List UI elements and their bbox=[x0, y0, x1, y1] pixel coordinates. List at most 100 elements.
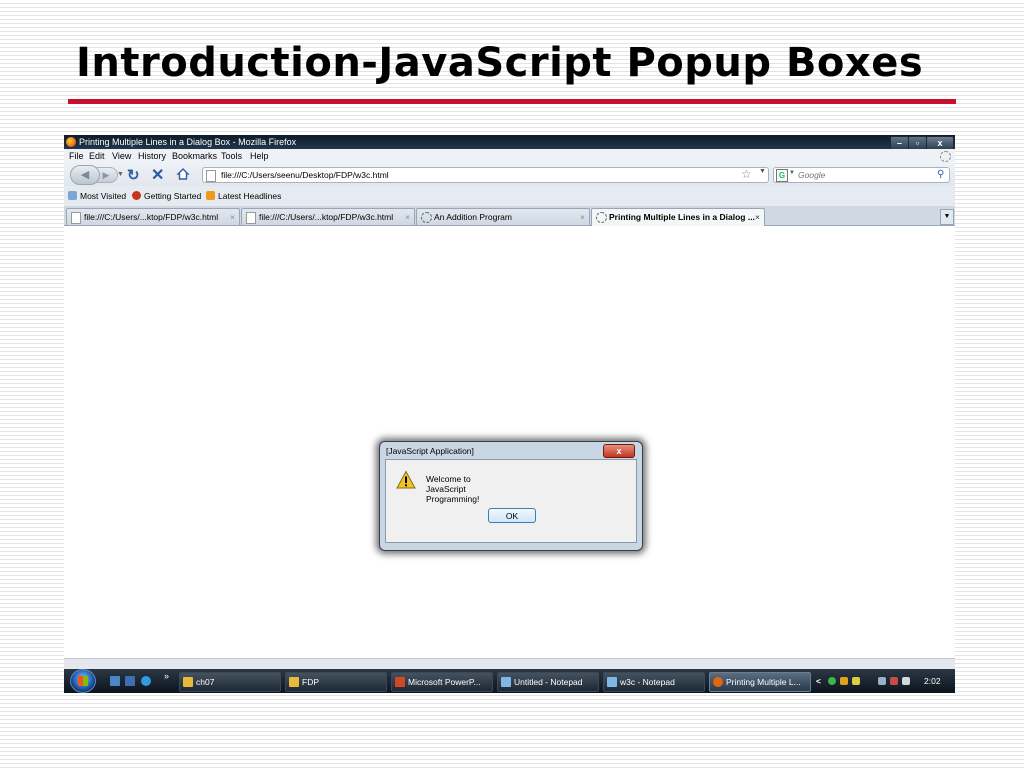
quicklaunch-more-icon[interactable]: » bbox=[164, 671, 169, 681]
reload-icon[interactable]: ↻ bbox=[127, 166, 140, 184]
tab-label: An Addition Program bbox=[434, 212, 512, 222]
firefox-icon bbox=[66, 137, 76, 147]
menu-bar: File Edit View History Bookmarks Tools H… bbox=[64, 149, 955, 163]
most-visited-icon bbox=[68, 191, 77, 200]
tab-close-icon[interactable]: × bbox=[230, 209, 235, 225]
tray-expand-icon[interactable]: < bbox=[816, 669, 821, 693]
warning-icon bbox=[396, 470, 416, 489]
close-window-button[interactable]: x bbox=[926, 136, 954, 150]
task-ch07[interactable]: ch07 bbox=[179, 672, 281, 692]
notepad-icon bbox=[607, 677, 617, 687]
dialog-message-line: Programming! bbox=[426, 494, 480, 504]
switch-windows-icon[interactable] bbox=[125, 676, 135, 686]
url-text[interactable]: file:///C:/Users/seenu/Desktop/FDP/w3c.h… bbox=[221, 168, 389, 182]
stop-icon[interactable]: ✕ bbox=[151, 165, 164, 185]
firefox-bookmark-icon bbox=[132, 191, 141, 200]
notepad-icon bbox=[501, 677, 511, 687]
browser-screenshot: Printing Multiple Lines in a Dialog Box … bbox=[64, 135, 955, 693]
page-content-area: [JavaScript Application] x Welcome to Ja… bbox=[64, 226, 955, 658]
bookmark-label: Latest Headlines bbox=[218, 191, 282, 201]
task-w3c-notepad[interactable]: w3c - Notepad bbox=[603, 672, 705, 692]
task-label: FDP bbox=[302, 677, 319, 687]
folder-icon bbox=[289, 677, 299, 687]
bookmark-latest-headlines[interactable]: Latest Headlines bbox=[206, 186, 281, 206]
task-untitled-notepad[interactable]: Untitled - Notepad bbox=[497, 672, 599, 692]
tray-app-icon[interactable] bbox=[852, 677, 860, 685]
activity-throbber-icon bbox=[940, 151, 951, 162]
dialog-message-line: JavaScript bbox=[426, 484, 466, 494]
tab-strip: file:///C:/Users/...ktop/FDP/w3c.html × … bbox=[64, 206, 955, 226]
search-input[interactable] bbox=[798, 168, 928, 182]
title-underline bbox=[68, 99, 956, 104]
alert-dialog: [JavaScript Application] x Welcome to Ja… bbox=[379, 441, 643, 551]
volume-icon[interactable] bbox=[902, 677, 910, 685]
menu-history[interactable]: History bbox=[138, 149, 166, 163]
tab-close-icon[interactable]: × bbox=[405, 209, 410, 225]
tab-label: file:///C:/Users/...ktop/FDP/w3c.html bbox=[84, 212, 219, 222]
page-icon bbox=[71, 212, 81, 224]
url-bar[interactable]: file:///C:/Users/seenu/Desktop/FDP/w3c.h… bbox=[202, 167, 769, 183]
dialog-body: Welcome to JavaScript Programming! OK bbox=[385, 459, 637, 543]
bookmark-most-visited[interactable]: Most Visited bbox=[68, 186, 126, 206]
window-titlebar[interactable]: Printing Multiple Lines in a Dialog Box … bbox=[64, 135, 955, 150]
back-button[interactable]: ◀ bbox=[70, 165, 100, 185]
start-button[interactable] bbox=[70, 669, 96, 693]
search-bar: G ▼ ⚲ bbox=[773, 167, 950, 183]
history-dropdown-icon[interactable]: ▼ bbox=[117, 171, 124, 178]
bookmark-label: Most Visited bbox=[80, 191, 127, 201]
navigation-toolbar: ▶ ◀ ▼ ↻ ✕ file:///C:/Users/seenu/Desktop… bbox=[64, 163, 955, 186]
menu-help[interactable]: Help bbox=[250, 149, 269, 163]
home-icon[interactable] bbox=[176, 167, 190, 181]
dialog-message-line: Welcome to bbox=[426, 474, 471, 484]
internet-explorer-icon[interactable] bbox=[141, 676, 151, 686]
loading-spinner-icon bbox=[596, 212, 607, 223]
bookmark-label: Getting Started bbox=[144, 191, 202, 201]
window-title: Printing Multiple Lines in a Dialog Box … bbox=[79, 137, 297, 147]
page-icon bbox=[246, 212, 256, 224]
tab-addition-program[interactable]: An Addition Program × bbox=[416, 208, 590, 225]
task-firefox[interactable]: Printing Multiple L... bbox=[709, 672, 811, 692]
network-icon[interactable] bbox=[878, 677, 886, 685]
show-desktop-icon[interactable] bbox=[110, 676, 120, 686]
page-icon bbox=[206, 170, 216, 182]
dialog-close-button[interactable]: x bbox=[603, 444, 635, 458]
loading-spinner-icon bbox=[421, 212, 432, 223]
slide-title: Introduction-JavaScript Popup Boxes bbox=[76, 40, 924, 86]
tab-label: Printing Multiple Lines in a Dialog ... bbox=[609, 212, 755, 222]
system-tray: < 2:02 AM bbox=[814, 669, 955, 693]
tray-app-icon[interactable] bbox=[840, 677, 848, 685]
task-label: Untitled - Notepad bbox=[514, 677, 583, 687]
task-label: w3c - Notepad bbox=[620, 677, 675, 687]
ok-button[interactable]: OK bbox=[488, 508, 536, 523]
security-icon[interactable] bbox=[890, 677, 898, 685]
tray-app-icon[interactable] bbox=[828, 677, 836, 685]
rss-feed-icon bbox=[206, 191, 215, 200]
menu-tools[interactable]: Tools bbox=[221, 149, 242, 163]
tab-list-dropdown-icon[interactable]: ▼ bbox=[940, 209, 954, 225]
menu-file[interactable]: File bbox=[69, 149, 84, 163]
task-powerpoint[interactable]: Microsoft PowerP... bbox=[391, 672, 493, 692]
tab-close-icon[interactable]: × bbox=[755, 209, 760, 225]
bookmarks-toolbar: Most Visited Getting Started Latest Head… bbox=[64, 186, 955, 206]
search-magnifier-icon[interactable]: ⚲ bbox=[937, 168, 944, 182]
tab-printing-multiple-lines[interactable]: Printing Multiple Lines in a Dialog ... … bbox=[591, 208, 765, 226]
menu-view[interactable]: View bbox=[112, 149, 131, 163]
bookmark-star-icon[interactable]: ☆ bbox=[741, 167, 752, 181]
powerpoint-icon bbox=[395, 677, 405, 687]
tab-w3c-2[interactable]: file:///C:/Users/...ktop/FDP/w3c.html × bbox=[241, 208, 415, 225]
tab-w3c-1[interactable]: file:///C:/Users/...ktop/FDP/w3c.html × bbox=[66, 208, 240, 225]
folder-icon bbox=[183, 677, 193, 687]
bookmark-getting-started[interactable]: Getting Started bbox=[132, 186, 201, 206]
url-dropdown-icon[interactable]: ▼ bbox=[759, 168, 766, 175]
maximize-button[interactable]: ▫ bbox=[908, 136, 927, 150]
menu-edit[interactable]: Edit bbox=[89, 149, 105, 163]
clock[interactable]: 2:02 AM bbox=[924, 669, 955, 693]
menu-bookmarks[interactable]: Bookmarks bbox=[172, 149, 217, 163]
engine-dropdown-icon[interactable]: ▼ bbox=[789, 170, 795, 176]
minimize-button[interactable]: – bbox=[890, 136, 909, 150]
windows-taskbar: » ch07 FDP Microsoft PowerP... Untitled … bbox=[64, 669, 955, 693]
tab-close-icon[interactable]: × bbox=[580, 209, 585, 225]
google-engine-icon[interactable]: G bbox=[776, 169, 788, 182]
tab-label: file:///C:/Users/...ktop/FDP/w3c.html bbox=[259, 212, 394, 222]
task-fdp[interactable]: FDP bbox=[285, 672, 387, 692]
